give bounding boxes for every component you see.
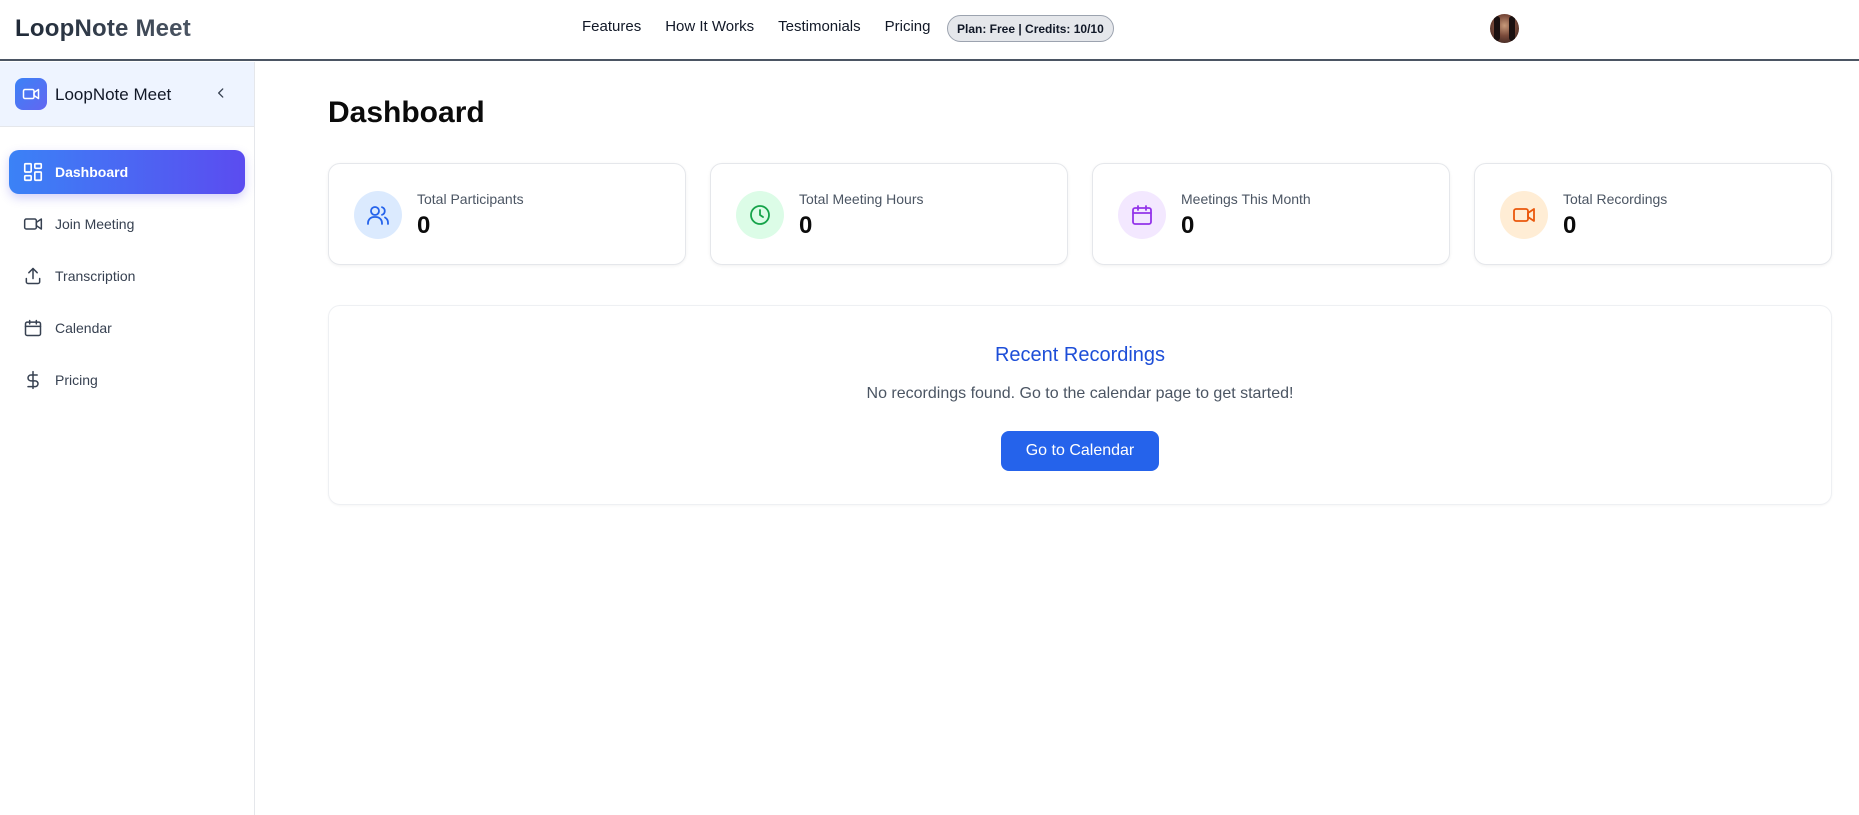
sidebar-item-label: Join Meeting: [55, 216, 135, 232]
collapse-sidebar-button[interactable]: [212, 84, 230, 102]
sidebar-item-label: Dashboard: [55, 164, 129, 180]
clock-icon: [736, 191, 784, 239]
chevron-left-icon: [218, 88, 224, 98]
dashboard-icon: [22, 161, 44, 183]
stat-label: Total Recordings: [1563, 191, 1668, 207]
sidebar-item-transcription[interactable]: Transcription: [9, 254, 245, 298]
stat-card-total-meeting-hours: Total Meeting Hours 0: [710, 163, 1068, 265]
stat-label: Total Meeting Hours: [799, 191, 924, 207]
recent-recordings-title: Recent Recordings: [994, 344, 1166, 366]
sidebar-header: LoopNote Meet: [0, 62, 254, 127]
sidebar-item-pricing[interactable]: Pricing: [9, 358, 245, 402]
sidebar-item-dashboard[interactable]: Dashboard: [9, 150, 245, 194]
sidebar-title: LoopNote Meet: [55, 85, 172, 104]
stat-card-total-participants: Total Participants 0: [328, 163, 686, 265]
top-navbar: LoopNote Meet Features How It Works Test…: [0, 0, 1859, 61]
recent-recordings-panel: Recent Recordings No recordings found. G…: [328, 305, 1832, 505]
page-title: Dashboard: [328, 96, 485, 129]
dollar-icon: [22, 369, 44, 391]
sidebar-item-label: Transcription: [55, 268, 136, 284]
stat-value: 0: [417, 212, 431, 239]
stat-label: Meetings This Month: [1181, 191, 1311, 207]
nav-link-features[interactable]: Features: [582, 18, 641, 35]
nav-link-how-it-works[interactable]: How It Works: [665, 18, 754, 35]
sidebar-item-label: Calendar: [55, 320, 112, 336]
stat-value: 0: [799, 212, 813, 239]
user-avatar[interactable]: [1490, 14, 1519, 43]
nav-link-pricing[interactable]: Pricing: [885, 18, 931, 35]
empty-state-text: No recordings found. Go to the calendar …: [866, 385, 1294, 402]
video-icon: [22, 213, 44, 235]
plan-credits-badge: Plan: Free | Credits: 10/10: [947, 15, 1114, 42]
go-to-calendar-button[interactable]: Go to Calendar: [1001, 431, 1159, 471]
calendar-icon: [1118, 191, 1166, 239]
stat-value: 0: [1181, 212, 1195, 239]
stat-value: 0: [1563, 212, 1577, 239]
sidebar-item-label: Pricing: [55, 372, 98, 388]
upload-icon: [22, 265, 44, 287]
stat-label: Total Participants: [417, 191, 524, 207]
sidebar-item-join-meeting[interactable]: Join Meeting: [9, 202, 245, 246]
stat-card-meetings-this-month: Meetings This Month 0: [1092, 163, 1450, 265]
nav-link-testimonials[interactable]: Testimonials: [778, 18, 861, 35]
sidebar-item-calendar[interactable]: Calendar: [9, 306, 245, 350]
sidebar-menu: Dashboard Join Meeting Transcription Cal…: [9, 150, 245, 410]
top-nav-links: Features How It Works Testimonials Prici…: [582, 18, 931, 35]
video-icon: [1500, 191, 1548, 239]
sidebar: LoopNote Meet Dashboard Join Meeting Tra…: [0, 62, 255, 815]
users-icon: [354, 191, 402, 239]
calendar-icon: [22, 317, 44, 339]
stat-card-total-recordings: Total Recordings 0: [1474, 163, 1832, 265]
video-logo-icon: [15, 78, 47, 110]
brand-logo-text[interactable]: LoopNote Meet: [15, 15, 191, 43]
